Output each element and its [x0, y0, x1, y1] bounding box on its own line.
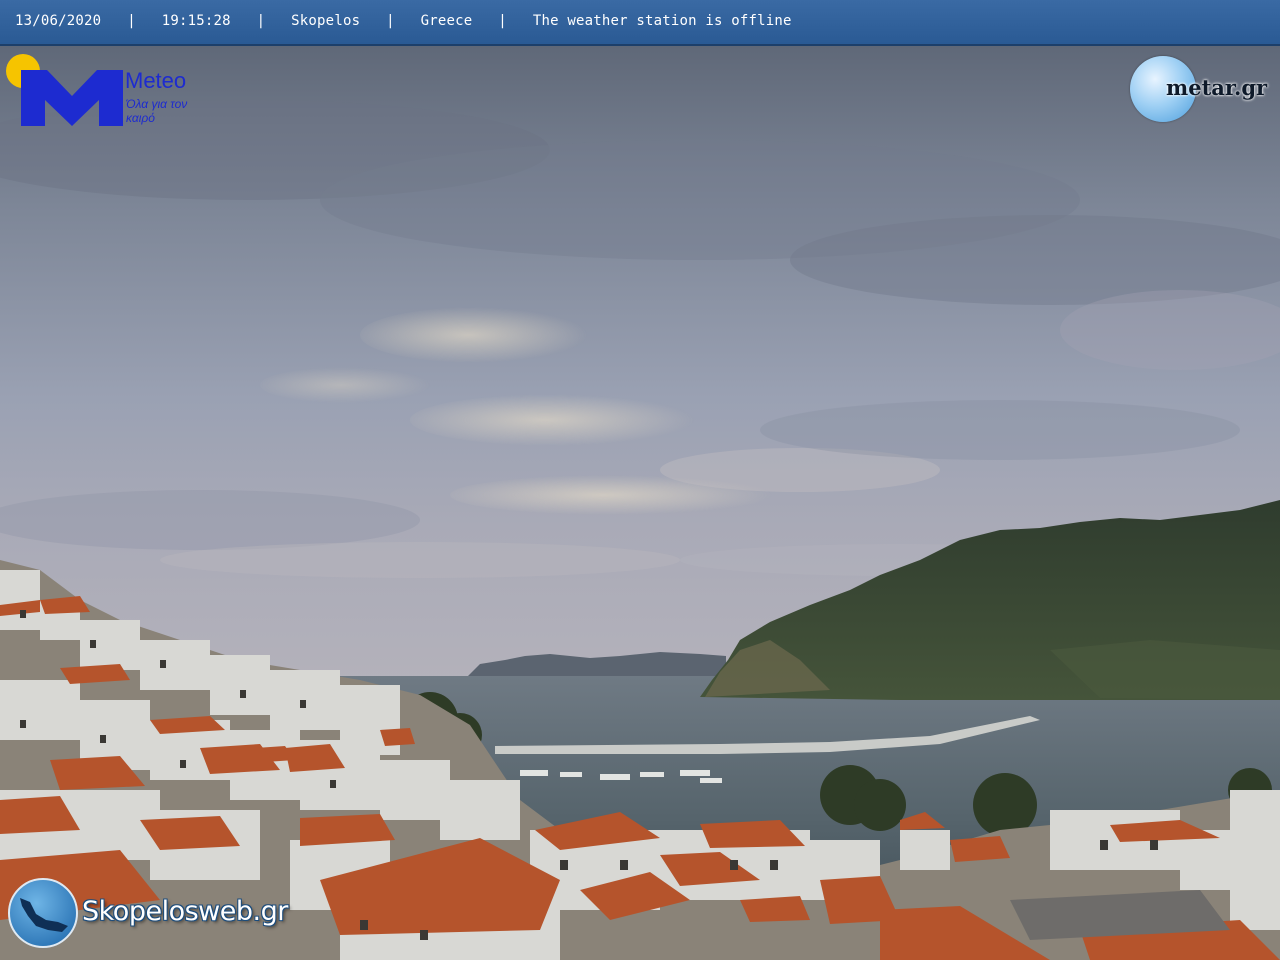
date-label: 13/06/2020: [15, 13, 102, 29]
meteo-brand: Meteo: [125, 68, 187, 93]
separator: |: [256, 13, 266, 29]
skopelosweb-brand: Skopelosweb.gr: [82, 896, 288, 927]
location-label: Skopelos: [291, 13, 361, 29]
info-bar: 13/06/2020 | 19:15:28 | Skopelos | Greec…: [0, 0, 1280, 46]
metar-logo: metar.gr: [1128, 55, 1278, 125]
meteo-slogan: Όλα για τον καιρό: [126, 97, 188, 125]
metar-brand: metar.gr: [1166, 75, 1268, 100]
status-label: The weather station is offline: [532, 13, 792, 29]
info-text: 13/06/2020 | 19:15:28 | Skopelos | Greec…: [15, 13, 792, 29]
separator: |: [127, 13, 136, 29]
separator: |: [498, 13, 507, 29]
time-label: 19:15:28: [161, 13, 231, 29]
country-label: Greece: [420, 13, 473, 29]
island-icon: [20, 898, 68, 932]
meteo-m-icon: [21, 70, 123, 126]
skopelosweb-logo: Skopelosweb.gr: [8, 878, 328, 952]
meteo-logo: Meteo Όλα για τον καιρό: [6, 54, 206, 130]
separator: |: [386, 13, 395, 29]
webcam-scene: [0, 46, 1280, 960]
